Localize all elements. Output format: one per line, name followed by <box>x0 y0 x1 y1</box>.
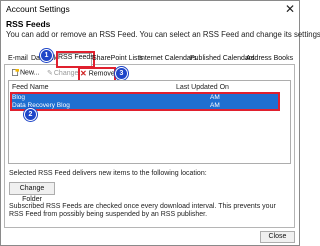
tab-internet-calendars[interactable]: Internet Calendars <box>139 55 197 65</box>
remove-x-icon: ✕ <box>80 69 87 78</box>
step-badge-3: 3 <box>115 67 128 80</box>
new-button-label: New... <box>20 69 40 77</box>
step-badge-1: 1 <box>40 49 53 62</box>
rows-highlight <box>10 92 280 111</box>
section-description: You can add or remove an RSS Feed. You c… <box>6 30 320 39</box>
location-text: Selected RSS Feed delivers new items to … <box>9 170 207 177</box>
step-badge-2: 2 <box>24 108 37 121</box>
close-button[interactable]: Close <box>260 231 295 243</box>
column-last-updated[interactable]: Last Updated On <box>176 84 229 91</box>
new-button[interactable]: New... <box>12 69 39 76</box>
column-feed-name[interactable]: Feed Name <box>12 84 49 91</box>
tab-sharepoint-lists[interactable]: SharePoint Lists <box>92 55 143 65</box>
section-title: RSS Feeds <box>6 19 51 29</box>
tab-email[interactable]: E-mail <box>8 55 28 65</box>
change-folder-button[interactable]: Change Folder <box>9 182 55 203</box>
tab-highlight <box>56 51 95 68</box>
tab-published-calendars[interactable]: Published Calendars <box>190 55 255 65</box>
tab-address-books[interactable]: Address Books <box>246 55 293 65</box>
remove-button-label: Remove <box>88 70 115 78</box>
title-bar: Account Settings ✕ <box>1 1 299 18</box>
info-text: Subscribed RSS Feeds are checked once ev… <box>9 203 276 218</box>
close-icon[interactable]: ✕ <box>285 2 295 16</box>
window-title: Account Settings <box>6 4 70 14</box>
pencil-icon: ✎ <box>47 70 53 77</box>
new-feed-icon <box>12 69 19 76</box>
